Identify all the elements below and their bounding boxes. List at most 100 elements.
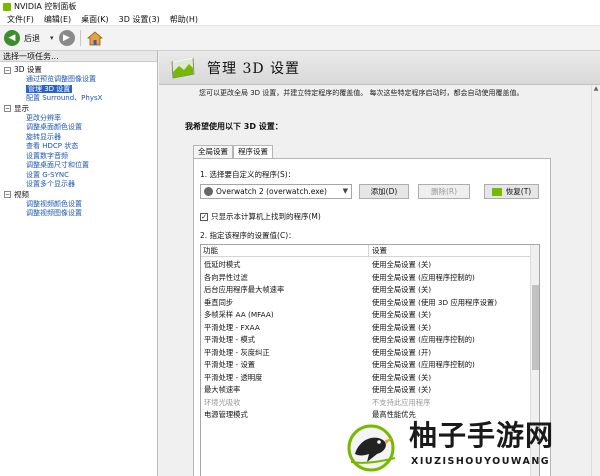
step1-label: 1. 选择要自定义的程序(S)： — [200, 170, 296, 179]
delete-button[interactable]: 删除(R) — [418, 184, 470, 199]
3d-settings-icon — [169, 56, 197, 80]
setting-cell[interactable]: 使用全局设置 (开) — [369, 347, 431, 360]
feature-cell: 各向异性过滤 — [204, 272, 248, 282]
bird-logo-icon — [345, 418, 405, 474]
menu-edit[interactable]: 编辑(E) — [39, 14, 76, 25]
nvidia-logo-icon — [3, 2, 11, 11]
setting-cell[interactable]: 使用全局设置 (使用 3D 应用程序设置) — [369, 297, 497, 310]
feature-cell: 多帧采样 AA (MFAA) — [204, 310, 274, 319]
setting-cell[interactable]: 不支持此应用程序 — [369, 397, 430, 410]
setting-cell[interactable]: 使用全局设置 (关) — [369, 309, 431, 322]
page-description: 您可以更改全局 3D 设置，并建立特定程序的覆盖值。 每次这些特定程序启动时，都… — [199, 89, 524, 97]
menu-3d-settings[interactable]: 3D 设置(3) — [114, 14, 165, 25]
tree-item-manage-3d[interactable]: 管理 3D 设置 — [0, 84, 157, 95]
scrollbar-thumb[interactable] — [532, 285, 539, 370]
forward-arrow-icon[interactable]: ▶ — [58, 30, 75, 46]
page-header: 管理 3D 设置 — [159, 51, 600, 85]
tree-item-video-color[interactable]: 调整视频颜色设置 — [0, 200, 157, 210]
column-header-setting[interactable]: 设置 — [369, 245, 387, 256]
home-icon[interactable] — [86, 30, 104, 46]
feature-cell: 平滑处理 - 设置 — [204, 360, 256, 369]
show-found-programs-checkbox[interactable]: ✓ — [200, 212, 208, 221]
tree-item-gsync[interactable]: 设置 G-SYNC — [0, 171, 157, 181]
tab-program-settings[interactable]: 程序设置 — [233, 145, 273, 159]
feature-cell: 平滑处理 - 模式 — [204, 335, 256, 344]
tree-item-surround-physx[interactable]: 配置 Surround、PhysX — [0, 94, 157, 104]
menu-file[interactable]: 文件(F) — [2, 14, 39, 25]
tab-global-settings[interactable]: 全局设置 — [193, 145, 233, 158]
table-row[interactable]: 平滑处理 - 设置 使用全局设置 (应用程序控制的) — [201, 359, 532, 372]
restore-button-label: 恢复(T) — [505, 187, 532, 196]
add-button[interactable]: 添加(D) — [359, 184, 409, 199]
tree-category-video[interactable]: − 视频 — [0, 190, 157, 200]
task-tree: −3D 设置 通过预览调整图像设置 管理 3D 设置 配置 Surround、P… — [0, 62, 157, 219]
setting-cell[interactable]: 使用全局设置 (关) — [369, 372, 431, 385]
scroll-up-icon[interactable]: ▲ — [592, 85, 600, 92]
table-row[interactable]: 多帧采样 AA (MFAA) 使用全局设置 (关) — [201, 309, 532, 322]
table-row[interactable]: 低延时模式 使用全局设置 (关) — [201, 259, 532, 272]
table-row[interactable]: 环境光吸收 不支持此应用程序 — [201, 397, 532, 410]
show-found-programs-label[interactable]: 只显示本计算机上找到的程序(M) — [211, 211, 321, 222]
table-row[interactable]: 平滑处理 - 模式 使用全局设置 (应用程序控制的) — [201, 334, 532, 347]
feature-cell: 最大帧速率 — [204, 385, 241, 394]
feature-cell: 平滑处理 - FXAA — [204, 322, 260, 332]
tree-item-hdcp[interactable]: 查看 HDCP 状态 — [0, 142, 157, 152]
program-select[interactable]: Overwatch 2 (overwatch.exe) ▼ — [200, 184, 352, 199]
setting-cell[interactable]: 使用全局设置 (关) — [369, 322, 431, 335]
table-row[interactable]: 各向异性过滤 使用全局设置 (应用程序控制的) — [201, 272, 532, 285]
setting-cell[interactable]: 使用全局设置 (应用程序控制的) — [369, 334, 475, 347]
chevron-down-icon[interactable]: ▼ — [343, 187, 348, 195]
tree-item-resolution[interactable]: 更改分辨率 — [0, 114, 157, 124]
table-row[interactable]: 平滑处理 - 灰度纠正 使用全局设置 (开) — [201, 347, 532, 360]
feature-cell: 低延时模式 — [204, 260, 241, 269]
column-header-feature[interactable]: 功能 — [201, 245, 369, 256]
table-row[interactable]: 最大帧速率 使用全局设置 (关) — [201, 384, 532, 397]
back-button-label[interactable]: 后退 — [24, 33, 40, 44]
feature-cell: 平滑处理 - 灰度纠正 — [204, 347, 270, 357]
collapse-icon[interactable]: − — [4, 66, 11, 74]
collapse-icon[interactable]: − — [4, 105, 11, 112]
window-titlebar: NVIDIA 控制面板 — [0, 0, 600, 13]
menu-bar: 文件(F) 编辑(E) 桌面(K) 3D 设置(3) 帮助(H) — [0, 13, 600, 26]
back-arrow-icon[interactable]: ◀ — [4, 30, 20, 46]
watermark: 柚子手游网 XIUZISHOUYOUWANG — [345, 412, 595, 474]
tree-category-display[interactable]: − 显示 — [0, 104, 157, 114]
feature-cell: 垂直同步 — [204, 297, 234, 307]
tree-item-digital-audio[interactable]: 设置数字音频 — [0, 152, 157, 162]
tree-item-rotate[interactable]: 旋转显示器 — [0, 133, 157, 143]
setting-cell[interactable]: 使用全局设置 (关) — [369, 259, 431, 272]
program-select-value: Overwatch 2 (overwatch.exe) — [216, 187, 327, 196]
tree-item-desktop-size[interactable]: 调整桌面尺寸和位置 — [0, 161, 157, 171]
setting-cell[interactable]: 使用全局设置 (关) — [369, 284, 431, 297]
feature-cell: 环境光吸收 — [204, 397, 241, 407]
table-row[interactable]: 垂直同步 使用全局设置 (使用 3D 应用程序设置) — [201, 297, 532, 310]
collapse-icon[interactable]: − — [4, 191, 11, 198]
program-icon — [204, 187, 213, 196]
menu-help[interactable]: 帮助(H) — [165, 14, 203, 25]
tree-item-preview-adjust[interactable]: 通过预览调整图像设置 — [0, 75, 157, 85]
feature-cell: 后台应用程序最大帧速率 — [204, 285, 285, 294]
table-row[interactable]: 平滑处理 - 透明度 使用全局设置 (关) — [201, 372, 532, 385]
toolbar-divider — [79, 30, 81, 46]
feature-cell: 电源管理模式 — [204, 410, 248, 419]
page-title: 管理 3D 设置 — [207, 60, 301, 77]
setting-cell[interactable]: 使用全局设置 (应用程序控制的) — [369, 272, 475, 285]
tree-item-desktop-color[interactable]: 调整桌面颜色设置 — [0, 123, 157, 133]
table-row[interactable]: 后台应用程序最大帧速率 使用全局设置 (关) — [201, 284, 532, 297]
watermark-english: XIUZISHOUYOUWANG — [411, 456, 551, 467]
setting-cell[interactable]: 使用全局设置 (应用程序控制的) — [369, 359, 475, 372]
section-heading: 我希望使用以下 3D 设置： — [185, 122, 283, 131]
tree-category-3d[interactable]: −3D 设置 — [0, 65, 157, 75]
restore-button[interactable]: 恢复(T) — [484, 184, 539, 199]
feature-cell: 平滑处理 - 透明度 — [204, 372, 263, 382]
setting-cell[interactable]: 使用全局设置 (关) — [369, 384, 431, 397]
table-row[interactable]: 平滑处理 - FXAA 使用全局设置 (关) — [201, 322, 532, 335]
back-dropdown-icon[interactable]: ▾ — [50, 34, 54, 42]
tree-item-video-image[interactable]: 调整视频图像设置 — [0, 209, 157, 219]
tree-item-multi-display[interactable]: 设置多个显示器 — [0, 180, 157, 190]
show-found-programs-row: ✓ 只显示本计算机上找到的程序(M) — [200, 211, 321, 222]
menu-desktop[interactable]: 桌面(K) — [76, 14, 114, 25]
step2-label: 2. 指定该程序的设置值(C)： — [200, 231, 296, 240]
nvidia-icon — [491, 187, 502, 196]
settings-grid-header: 功能 设置 — [201, 245, 532, 257]
